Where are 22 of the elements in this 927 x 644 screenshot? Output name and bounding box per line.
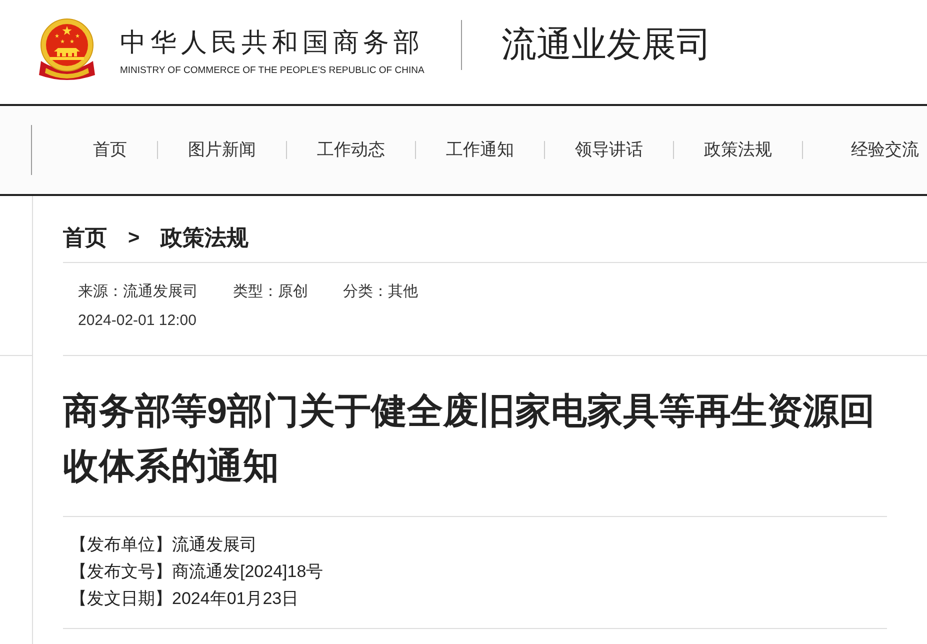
article-info-line: 【发布文号】商流通发[2024]18号 bbox=[70, 561, 324, 583]
breadcrumb-separator: > bbox=[128, 226, 140, 251]
article-title: 商务部等9部门关于健全废旧家电家具等再生资源回收体系的通知 bbox=[63, 389, 876, 488]
emblem-icon bbox=[38, 18, 96, 80]
nav-link[interactable]: 政策法规 bbox=[674, 138, 802, 162]
breadcrumb-link[interactable]: 政策法规 bbox=[160, 224, 249, 252]
article-meta-text: 类型：原创 bbox=[233, 282, 308, 302]
nav-link[interactable]: 经验交流 bbox=[803, 138, 919, 162]
nav-link[interactable]: 工作通知 bbox=[416, 138, 544, 162]
article-info-line: 【发文日期】2024年01月23日 bbox=[70, 588, 299, 610]
department-name: 流通业发展司 bbox=[501, 24, 712, 66]
publish-date: 2024-02-01 12:00 bbox=[78, 311, 196, 331]
breadcrumb-link[interactable]: 首页 bbox=[63, 224, 107, 252]
ministry-name: 中华人民共和国商务部 bbox=[120, 27, 424, 57]
article-meta-text: 来源：流通发展司 bbox=[78, 282, 198, 302]
nav-link[interactable]: 首页 bbox=[63, 138, 157, 162]
ministry-name-english: MINISTRY OF COMMERCE OF THE PEOPLE'S REPUBLIC OF CHINA bbox=[120, 65, 424, 77]
nav-link[interactable]: 工作动态 bbox=[287, 138, 415, 162]
nav-link[interactable]: 领导讲话 bbox=[545, 138, 673, 162]
nav-link[interactable]: 图片新闻 bbox=[158, 138, 286, 162]
article-meta-text: 分类：其他 bbox=[343, 282, 418, 302]
article-info-line: 【发布单位】流通发展司 bbox=[70, 534, 257, 556]
